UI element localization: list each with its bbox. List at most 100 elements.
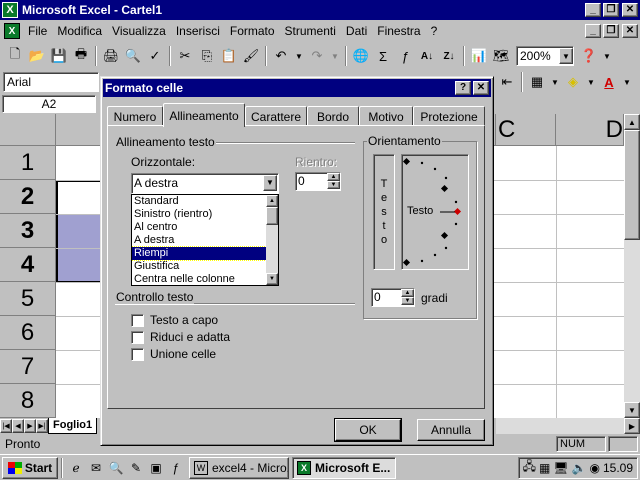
open-icon[interactable]: 📂: [26, 45, 48, 67]
scroll-down-icon[interactable]: ▼: [624, 402, 640, 418]
menu-file[interactable]: File: [23, 24, 52, 38]
list-item[interactable]: Al centro: [132, 221, 266, 234]
more-buttons-icon[interactable]: ▼: [600, 48, 614, 64]
horizontal-alignment-listbox[interactable]: Standard Sinistro (rientro) Al centro A …: [131, 194, 279, 286]
font-color-dropdown-icon[interactable]: ▼: [620, 74, 634, 90]
format-painter-icon[interactable]: 🖌: [240, 45, 262, 67]
borders-dropdown-icon[interactable]: ▼: [548, 74, 562, 90]
next-sheet-icon[interactable]: ▶: [24, 419, 36, 433]
indent-spinner[interactable]: 0 ▲ ▼: [295, 172, 341, 191]
help-icon[interactable]: ❓: [578, 45, 600, 67]
ok-button[interactable]: OK: [334, 418, 402, 442]
workbook-icon[interactable]: X: [4, 23, 20, 39]
dialog-help-button[interactable]: ?: [455, 81, 471, 95]
schedule-icon[interactable]: ▦: [539, 461, 550, 475]
preview-icon[interactable]: 🔍: [122, 45, 144, 67]
outlook-icon[interactable]: ✉: [86, 458, 106, 478]
clock[interactable]: 15.09: [603, 461, 633, 475]
wrap-text-checkbox-row[interactable]: Testo a capo: [131, 313, 218, 327]
list-item-selected[interactable]: Riempi: [132, 246, 267, 261]
doc-minimize-button[interactable]: _: [585, 24, 601, 38]
row-header-1[interactable]: 1: [0, 146, 56, 180]
menu-formato[interactable]: Formato: [225, 24, 280, 38]
prev-sheet-icon[interactable]: ◀: [12, 419, 24, 433]
chevron-down-icon[interactable]: ▼: [559, 48, 573, 64]
volume-icon[interactable]: 🔈: [572, 461, 587, 475]
print-icon[interactable]: 🖨: [100, 45, 122, 67]
display-icon[interactable]: 🖥: [553, 461, 568, 475]
borders-icon[interactable]: ▦: [526, 71, 548, 93]
tab-bordo[interactable]: Bordo: [307, 106, 359, 126]
horizontal-alignment-select[interactable]: A destra ▼: [131, 173, 279, 194]
shrink-to-fit-checkbox-row[interactable]: Riduci e adatta: [131, 330, 230, 344]
orientation-dial[interactable]: Testo: [401, 154, 469, 270]
wrap-text-checkbox[interactable]: [131, 313, 144, 327]
function-icon[interactable]: ƒ: [394, 45, 416, 67]
explorer-icon[interactable]: 🔍: [106, 458, 126, 478]
tab-protezione[interactable]: Protezione: [413, 106, 485, 126]
menu-finestra[interactable]: Finestra: [372, 24, 425, 38]
close-button[interactable]: ✕: [622, 3, 638, 17]
decrease-indent-icon[interactable]: ⇤: [496, 71, 518, 93]
scroll-up-icon[interactable]: ▲: [266, 195, 278, 207]
row-header-8[interactable]: 8: [0, 384, 56, 418]
spelling-icon[interactable]: ✓: [144, 45, 166, 67]
scroll-thumb[interactable]: [266, 207, 278, 225]
save-icon[interactable]: 💾: [48, 45, 70, 67]
cancel-button[interactable]: Annulla: [417, 419, 485, 441]
print-preview-icon[interactable]: 🖶: [70, 45, 92, 67]
app-launch-icon[interactable]: ▣: [146, 458, 166, 478]
tab-numero[interactable]: Numero: [107, 106, 163, 126]
excel-app-icon[interactable]: X: [2, 2, 18, 18]
select-all-corner[interactable]: [0, 114, 56, 146]
copy-icon[interactable]: ⎘: [196, 45, 218, 67]
menu-dati[interactable]: Dati: [341, 24, 372, 38]
doc-restore-button[interactable]: ❐: [603, 24, 619, 38]
task-button-microsoft-excel[interactable]: X Microsoft E...: [292, 456, 396, 479]
list-item[interactable]: Sinistro (rientro): [132, 208, 266, 221]
network-icon[interactable]: 🖧: [523, 457, 536, 478]
column-header-d[interactable]: D: [556, 114, 624, 146]
shrink-to-fit-checkbox[interactable]: [131, 330, 144, 344]
internet-explorer-icon[interactable]: ℯ: [66, 458, 86, 478]
menu-inserisci[interactable]: Inserisci: [171, 24, 225, 38]
list-item[interactable]: Giustifica: [132, 260, 266, 273]
chevron-down-icon[interactable]: ▼: [263, 175, 277, 191]
channels-icon[interactable]: ✎: [126, 458, 146, 478]
merge-cells-checkbox[interactable]: [131, 347, 144, 361]
listbox-scrollbar[interactable]: ▲ ▼: [266, 195, 278, 285]
tab-carattere[interactable]: Carattere: [245, 106, 307, 126]
task-button-excel4[interactable]: W excel4 - Micro...: [189, 456, 289, 479]
tab-motivo[interactable]: Motivo: [359, 106, 413, 126]
row-header-2[interactable]: 2: [0, 180, 56, 214]
sort-ascending-icon[interactable]: A↓: [416, 45, 438, 67]
row-header-5[interactable]: 5: [0, 282, 56, 316]
tab-allineamento[interactable]: Allineamento: [163, 103, 245, 127]
doc-close-button[interactable]: ✕: [622, 24, 638, 38]
f-launch-icon[interactable]: ƒ: [166, 458, 186, 478]
menu-help[interactable]: ?: [426, 24, 443, 38]
map-icon[interactable]: 🗺: [490, 45, 512, 67]
row-header-6[interactable]: 6: [0, 316, 56, 350]
horizontal-scrollbar[interactable]: [496, 418, 624, 434]
start-button[interactable]: Start: [2, 456, 58, 479]
list-item[interactable]: Centra nelle colonne: [132, 273, 266, 285]
scroll-right-icon[interactable]: ▶: [624, 418, 640, 434]
degrees-spinner[interactable]: 0 ▲ ▼: [371, 288, 415, 307]
redo-icon[interactable]: ↷: [306, 45, 328, 67]
scroll-up-icon[interactable]: ▲: [624, 114, 640, 130]
column-header-c[interactable]: C: [496, 114, 556, 146]
autosum-icon[interactable]: Σ: [372, 45, 394, 67]
last-sheet-icon[interactable]: ▶|: [36, 419, 48, 433]
chart-wizard-icon[interactable]: 📊: [468, 45, 490, 67]
new-icon[interactable]: 🗋: [4, 45, 26, 67]
redo-dropdown-icon[interactable]: ▼: [328, 48, 342, 64]
vertical-text-button[interactable]: T e s t o: [373, 154, 395, 270]
font-name-input[interactable]: Arial: [3, 72, 99, 92]
spin-down-icon[interactable]: ▼: [327, 181, 340, 189]
vertical-scrollbar[interactable]: ▲ ▼: [624, 114, 640, 418]
restore-button[interactable]: ❐: [603, 3, 619, 17]
sort-descending-icon[interactable]: Z↓: [438, 45, 460, 67]
tray-app-icon[interactable]: ◉: [589, 461, 599, 475]
name-box[interactable]: A2: [2, 95, 96, 113]
